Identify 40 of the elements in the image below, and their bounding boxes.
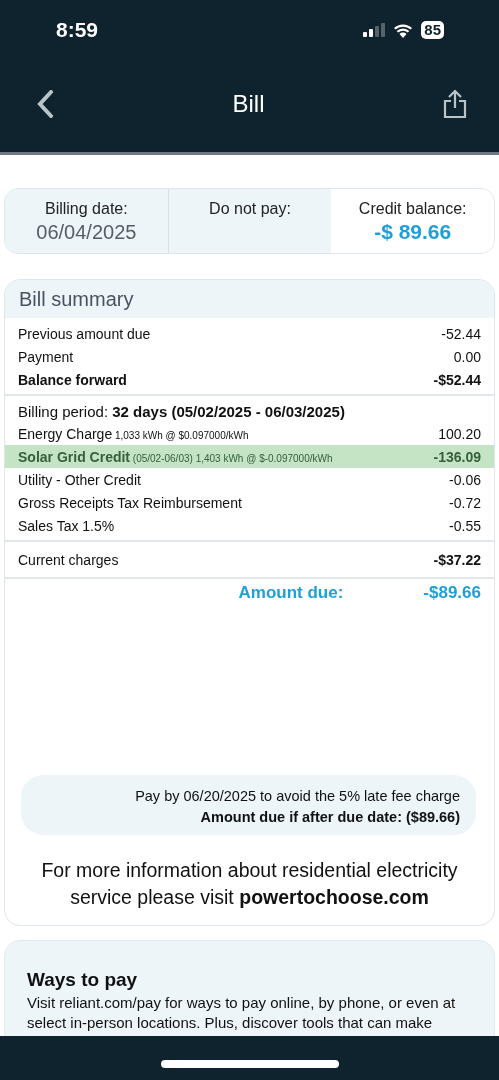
line-item-amount: -$37.22: [433, 552, 481, 568]
late-fee-text: Pay by 06/20/2025 to avoid the 5% late fee charge: [134, 788, 460, 804]
billing-period: Billing period: 32 days (05/02/2025 - 06/03/2025): [17, 402, 346, 422]
summary-label: Credit balance:: [358, 200, 467, 218]
summary-value: -$ 89.66: [374, 220, 452, 244]
line-item-amount: -52.44: [441, 325, 481, 342]
line-item-amount: -$52.44: [433, 371, 481, 388]
amount-due-value: -$89.66: [423, 583, 481, 603]
status-time: 8:59: [56, 18, 99, 42]
battery-icon: 85: [421, 21, 444, 39]
line-item-amount: -0.55: [449, 517, 481, 534]
line-item-label: Utility - Other Credit: [18, 471, 141, 488]
info-text: For more information about residential electricity service please visit powertochoose.com: [40, 858, 459, 910]
line-item-label: Solar Grid Credit (05/02-06/03) 1,403 kWh @ $-0.097000/kWh: [18, 448, 333, 465]
back-button[interactable]: [36, 90, 54, 118]
summary-label: Do not pay:: [209, 200, 291, 218]
amount-due-label: Amount due:: [238, 583, 344, 603]
line-item-label: Payment: [18, 348, 74, 365]
late-amount-text: Amount due if after due date: ($89.66): [199, 809, 460, 825]
line-item-amount: 0.00: [453, 348, 481, 365]
line-item-label: Current charges: [18, 552, 119, 568]
section-title: Bill summary: [19, 287, 134, 311]
line-item-amount: 100.20: [438, 425, 481, 442]
wifi-icon: [393, 22, 414, 38]
line-item-label: Gross Receipts Tax Reimbursement: [18, 494, 242, 511]
line-item-label: Sales Tax 1.5%: [18, 517, 115, 534]
line-item-amount: -0.06: [449, 471, 481, 488]
signal-icon: [363, 23, 386, 37]
line-item-label: Balance forward: [18, 371, 127, 388]
info-link[interactable]: powertochoose.com: [239, 886, 429, 908]
line-item-label: Energy Charge 1,033 kWh @ $0.097000/kWh: [18, 425, 249, 442]
line-item-amount: -136.09: [433, 448, 481, 465]
line-item-amount: -0.72: [449, 494, 481, 511]
summary-label: Billing date:: [44, 200, 128, 218]
page-title: Bill: [232, 90, 265, 118]
share-button[interactable]: [443, 89, 467, 119]
section-title: Ways to pay: [27, 969, 139, 991]
ways-text: Visit reliant.com/pay for ways to pay online, by phone, or even at select in-person locations. Plus, discover tools that can make: [27, 993, 457, 1033]
line-item-label: Previous amount due: [18, 325, 151, 342]
summary-value: 06/04/2025: [36, 221, 137, 244]
